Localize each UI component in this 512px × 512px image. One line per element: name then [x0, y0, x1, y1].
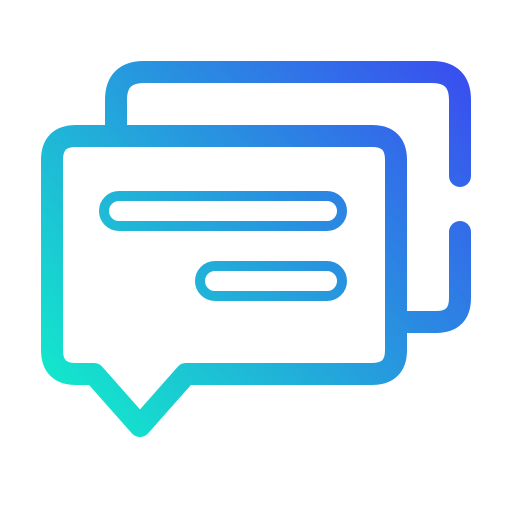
icon-canvas [0, 0, 512, 512]
message-line-long [99, 191, 347, 231]
chat-bubbles-icon [41, 61, 471, 437]
message-line-short [195, 261, 347, 301]
